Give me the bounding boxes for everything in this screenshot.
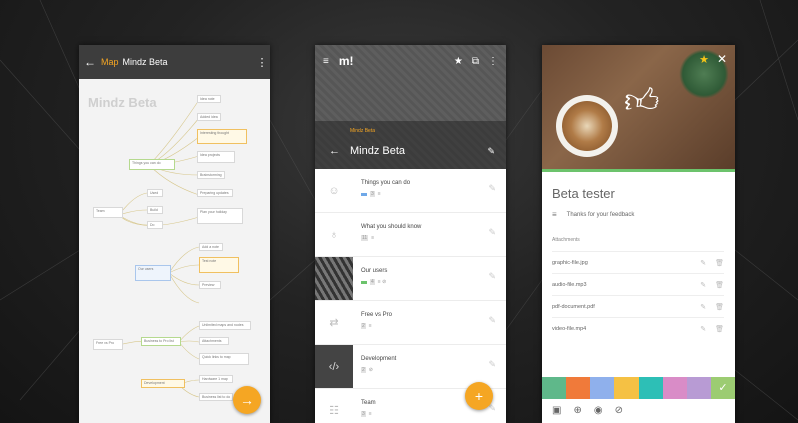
map-node[interactable]: Used [147, 189, 163, 197]
map-node[interactable]: Attachments [199, 337, 229, 345]
note-icon: ≡ [552, 210, 557, 219]
star-icon[interactable]: ★ [699, 53, 709, 66]
color-swatch[interactable] [686, 377, 711, 399]
add-link-icon[interactable]: ⊕ [573, 405, 581, 416]
hamburger-icon[interactable]: ≡ [323, 56, 329, 67]
map-node[interactable]: Development [141, 379, 185, 388]
list-screen: ≡ m! ★ ⧉ ⋮ Mindz Beta ← Mindz Beta ✎ ☺ T… [315, 45, 506, 423]
trash-icon[interactable]: 🗑︎ [715, 281, 724, 289]
compare-icon: ⇄ [329, 317, 339, 329]
trash-icon[interactable]: 🗑︎ [715, 259, 724, 267]
back-arrow-icon[interactable]: ← [329, 145, 340, 157]
image-icon[interactable]: ▣ [552, 405, 561, 416]
app-logo: m! [338, 54, 354, 68]
attachments-label: Attachments [552, 237, 580, 243]
navigate-fab[interactable]: → [233, 386, 261, 414]
link-icon[interactable]: ⊘ [615, 405, 623, 416]
node-photo: 👍︎ ★ ✕ [542, 45, 735, 169]
edit-icon[interactable]: ✎ [487, 146, 495, 157]
list-item[interactable]: Our users 4 ≡ ⊘ ✎ [315, 257, 506, 301]
color-swatch[interactable] [662, 377, 687, 399]
coffee-image [562, 101, 612, 151]
color-swatch[interactable] [614, 377, 639, 399]
node-title[interactable]: Beta tester [552, 186, 615, 201]
map-node[interactable]: Unlimited maps and nodes [199, 321, 251, 330]
trash-icon[interactable]: 🗑︎ [715, 325, 724, 333]
edit-icon[interactable]: ✎ [488, 271, 496, 282]
page-title: Mindz Beta [350, 145, 406, 157]
map-node[interactable]: Quick links to map [199, 353, 249, 365]
map-node[interactable]: Test note [199, 257, 239, 273]
attachment-row[interactable]: pdf-document.pdf ✎ 🗑︎ [552, 295, 724, 318]
edit-icon[interactable]: ✎ [488, 183, 496, 194]
attachment-row[interactable]: graphic-file.jpg ✎ 🗑︎ [552, 251, 724, 274]
map-node[interactable]: Added idea [197, 113, 221, 121]
map-node[interactable]: Brainstorming [197, 171, 225, 179]
list-toolbar: ≡ m! ★ ⧉ ⋮ [323, 54, 498, 68]
more-menu-icon[interactable]: ⋮ [488, 56, 498, 67]
note-row[interactable]: ≡ Thanks for your feedback [552, 210, 634, 219]
map-node[interactable]: Plan your holiday [197, 208, 243, 224]
breadcrumb: Mindz Beta [350, 128, 376, 134]
detail-screen: 👍︎ ★ ✕ Beta tester ≡ Thanks for your fee… [542, 45, 735, 423]
color-swatch[interactable]: ✓ [710, 377, 735, 399]
note-text: Thanks for your feedback [566, 211, 635, 218]
map-node[interactable]: Idea projects [197, 151, 235, 163]
thumbs-up-icon: 👍︎ [624, 82, 660, 120]
team-icon: ☷ [329, 405, 339, 417]
map-node[interactable]: Business to Pro list [141, 337, 181, 346]
attachment-row[interactable]: video-file.mp4 ✎ 🗑︎ [552, 317, 724, 340]
map-node[interactable]: Preview [199, 281, 221, 289]
map-screen: ← Map Mindz Beta ⋮ Mindz Beta Idea note … [79, 45, 270, 423]
color-swatch[interactable] [638, 377, 663, 399]
color-swatch[interactable] [590, 377, 615, 399]
edit-icon[interactable]: ✎ [700, 259, 706, 267]
map-node[interactable]: Do [147, 221, 163, 229]
trash-icon[interactable]: 🗑︎ [715, 303, 724, 311]
color-swatch[interactable] [542, 377, 567, 399]
map-node[interactable]: Our users [135, 265, 171, 281]
map-node[interactable]: Idea note [197, 95, 221, 103]
map-node[interactable]: Preparing updates [197, 189, 233, 197]
bottom-toolbar: ▣ ⊕ ◉ ⊘ [552, 405, 623, 416]
color-icon[interactable]: ◉ [594, 405, 603, 416]
map-node[interactable]: Team [93, 207, 123, 218]
map-node[interactable]: Things you can do [129, 159, 175, 170]
color-strip [542, 169, 735, 172]
list-item[interactable]: ☺ Things you can do 3 ≡ ✎ [315, 169, 506, 213]
edit-icon[interactable]: ✎ [700, 325, 706, 333]
color-swatch[interactable] [566, 377, 591, 399]
list-item[interactable]: ⇄ Free vs Pro 2 ≡ ✎ [315, 301, 506, 345]
close-icon[interactable]: ✕ [717, 52, 727, 66]
add-fab[interactable]: + [465, 382, 493, 410]
users-image [315, 257, 353, 300]
lightbulb-icon: ♁ [329, 228, 339, 241]
map-node[interactable]: Add a note [199, 243, 223, 251]
code-image: ‹/› [315, 345, 353, 388]
map-node[interactable]: Interesting thought [197, 129, 247, 144]
sitemap-icon[interactable]: ⧉ [472, 56, 479, 67]
map-node[interactable]: Hardware 1 map [199, 375, 233, 383]
edit-icon[interactable]: ✎ [700, 303, 706, 311]
list-header: ≡ m! ★ ⧉ ⋮ Mindz Beta ← Mindz Beta ✎ [315, 45, 506, 169]
edit-icon[interactable]: ✎ [700, 281, 706, 289]
smiley-icon: ☺ [328, 184, 340, 197]
map-node[interactable]: Business list to do [199, 393, 233, 401]
list-item[interactable]: ♁ What you should know 11 ≡ ✎ [315, 213, 506, 257]
page-title-row: ← Mindz Beta ✎ [329, 145, 495, 157]
map-connectors [118, 99, 200, 398]
attachment-row[interactable]: audio-file.mp3 ✎ 🗑︎ [552, 273, 724, 296]
color-palette: ✓ [542, 377, 735, 399]
edit-icon[interactable]: ✎ [488, 315, 496, 326]
map-node[interactable]: Build [147, 206, 163, 214]
star-icon[interactable]: ★ [454, 56, 463, 67]
map-node[interactable]: Free vs Pro [93, 339, 123, 350]
edit-icon[interactable]: ✎ [488, 227, 496, 238]
edit-icon[interactable]: ✎ [488, 359, 496, 370]
